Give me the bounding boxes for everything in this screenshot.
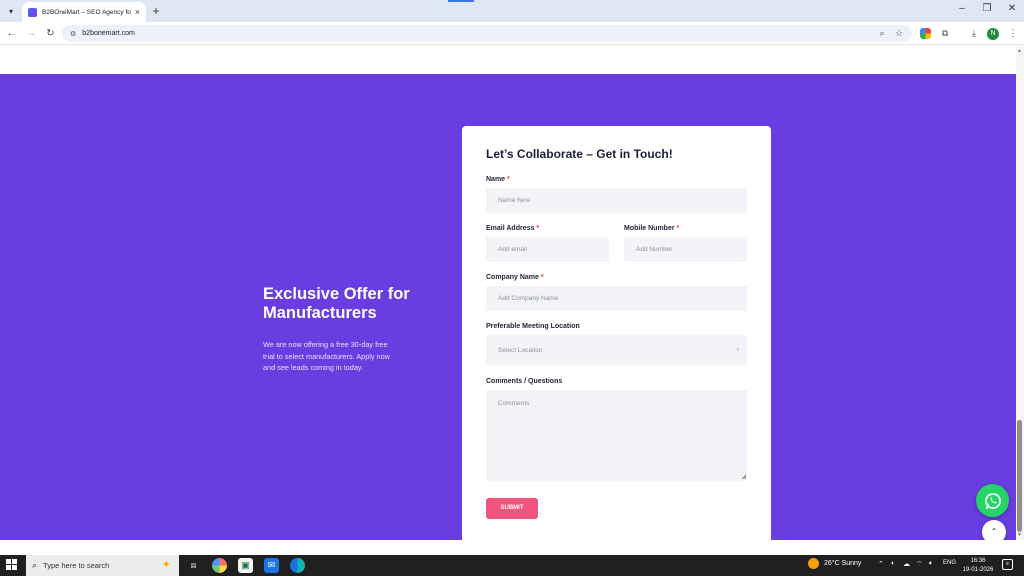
sun-icon <box>808 558 819 569</box>
browser-tab[interactable]: B2BOneMart – SEO Agency for × <box>22 2 146 22</box>
windows-start-icon[interactable] <box>6 559 18 571</box>
whatsapp-icon <box>984 492 1001 509</box>
whatsapp-chat-button[interactable] <box>976 484 1009 517</box>
show-hidden-icons-chevron-icon[interactable]: ⌃ <box>878 560 884 568</box>
form-title: Let’s Collaborate – Get in Touch! <box>486 147 673 161</box>
search-icon: ⌕ <box>32 560 38 570</box>
email-input[interactable]: Add email <box>486 237 609 262</box>
url-text: b2bonemart.com <box>82 30 135 37</box>
email-label: Email Address * <box>486 225 540 232</box>
offer-description: We are now offering a free 30-day free t… <box>263 340 390 373</box>
copilot-app-icon[interactable] <box>212 558 227 573</box>
forward-button[interactable]: → <box>25 27 38 40</box>
task-view-icon[interactable]: ⧈ <box>186 558 201 573</box>
comments-placeholder: Comments <box>498 400 530 407</box>
browser-toolbar: ← → ↻ ⚙ b2bonemart.com ⌕ ☆ ⧉ ⤓ N ⋮ <box>0 22 1024 45</box>
clock-date: 19-01-2026 <box>962 566 994 573</box>
notification-icon[interactable]: ≡ <box>1002 559 1013 570</box>
address-bar[interactable]: ⚙ b2bonemart.com <box>62 25 912 42</box>
offer-title: Exclusive Offer for Manufacturers <box>263 285 410 322</box>
extension-icon[interactable] <box>920 28 931 39</box>
volume-icon[interactable]: 🔈︎ <box>929 560 933 568</box>
tab-close-icon[interactable]: × <box>135 7 140 17</box>
location-label: Preferable Meeting Location <box>486 323 580 330</box>
copilot-sparkle-icon: ✦ <box>161 559 171 571</box>
location-selected-value: Select Location <box>498 346 543 354</box>
browser-menu-icon[interactable]: ⋮ <box>1007 28 1019 39</box>
contact-form-card: Let’s Collaborate – Get in Touch! Name *… <box>462 126 771 540</box>
page-viewport: Exclusive Offer for Manufacturers We are… <box>0 46 1016 540</box>
scroll-down-arrow-icon[interactable]: ▼ <box>1017 532 1022 538</box>
browser-tab-strip: ▾ B2BOneMart – SEO Agency for × + – ❐ ✕ <box>0 0 1024 22</box>
taskbar-search-placeholder: Type here to search <box>43 561 110 570</box>
close-window-button[interactable]: ✕ <box>997 3 1024 14</box>
weather-widget[interactable]: 26°C Sunny <box>808 558 861 569</box>
chevron-up-icon: ⌃ <box>990 527 998 536</box>
name-label: Name * <box>486 176 510 183</box>
download-icon[interactable]: ⤓ <box>968 28 980 39</box>
wifi-icon[interactable]: ⌔ <box>916 560 923 569</box>
edge-browser-icon[interactable] <box>290 558 305 573</box>
scroll-to-top-button[interactable]: ⌃ <box>982 520 1006 540</box>
mail-icon[interactable]: ✉ <box>264 558 279 573</box>
scrollbar-thumb[interactable] <box>1017 420 1022 532</box>
back-button[interactable]: ← <box>5 27 18 40</box>
reload-button[interactable]: ↻ <box>44 27 57 40</box>
mobile-label: Mobile Number * <box>624 225 680 232</box>
tab-title: B2BOneMart – SEO Agency for <box>42 8 131 16</box>
name-input[interactable]: Name here <box>486 188 747 213</box>
site-info-icon[interactable]: ⚙ <box>70 30 76 38</box>
microsoft-store-icon[interactable]: ▣ <box>238 558 253 573</box>
system-clock[interactable]: 16:36 19-01-2026 <box>958 557 998 574</box>
scroll-up-arrow-icon[interactable]: ▲ <box>1017 48 1022 54</box>
location-select[interactable]: Select Location ▾ <box>486 335 747 365</box>
new-tab-button[interactable]: + <box>150 4 162 18</box>
profile-avatar[interactable]: N <box>987 28 999 40</box>
page-scrollbar[interactable]: ▲ ▼ <box>1016 46 1024 540</box>
company-label: Company Name * <box>486 274 544 281</box>
comments-textarea[interactable]: Comments ◢ <box>486 390 747 481</box>
comments-label: Comments / Questions <box>486 378 563 385</box>
bookmark-star-icon[interactable]: ☆ <box>893 25 905 42</box>
zoom-icon[interactable]: ⌕ <box>876 25 888 42</box>
language-indicator[interactable]: ENG <box>943 560 956 566</box>
company-input[interactable]: Add Company Name <box>486 286 747 311</box>
mobile-input[interactable]: Add Number <box>624 237 747 262</box>
chevron-down-icon: ▾ <box>736 347 739 353</box>
loading-indicator <box>448 0 474 2</box>
site-favicon-icon <box>28 7 37 17</box>
resize-handle-icon[interactable]: ◢ <box>741 474 746 480</box>
taskbar-search-box[interactable]: ⌕ Type here to search ✦ <box>26 555 179 576</box>
submit-button[interactable]: SUBMIT <box>486 498 538 519</box>
offer-section: Exclusive Offer for Manufacturers We are… <box>0 74 1016 540</box>
tab-search-icon[interactable]: ▾ <box>4 4 18 18</box>
clock-time: 16:36 <box>970 558 986 564</box>
windows-taskbar: ⌕ Type here to search ✦ ⧈ ▣ ✉ 26°C Sunny… <box>0 555 1024 576</box>
cloud-icon[interactable]: ☁ <box>903 560 910 568</box>
weather-text: 26°C Sunny <box>824 560 862 567</box>
network-icon[interactable]: ◐ <box>891 560 895 567</box>
extensions-puzzle-icon[interactable]: ⧉ <box>939 28 951 39</box>
